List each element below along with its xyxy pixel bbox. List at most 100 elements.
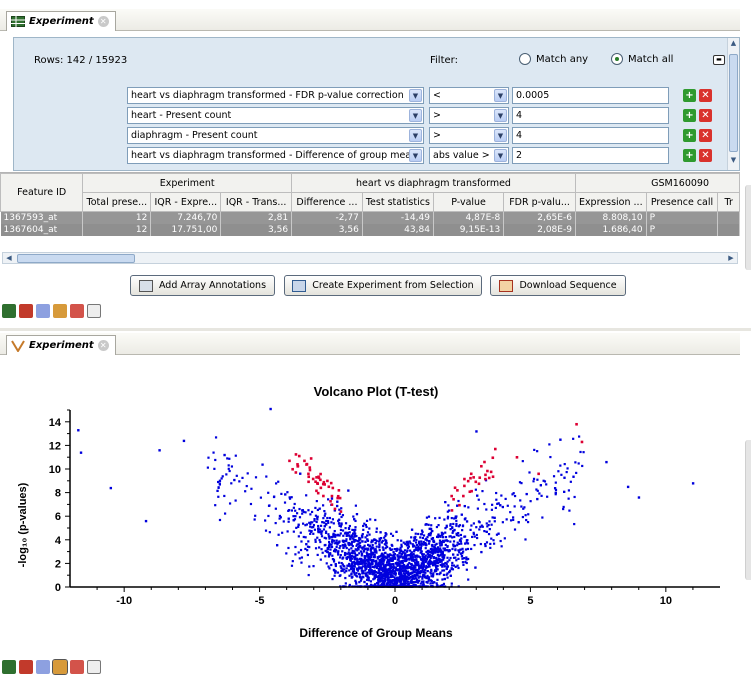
filter-column-select[interactable]: heart vs diaphragm transformed - FDR p-v… <box>127 87 424 104</box>
column-header[interactable]: Difference ... <box>291 192 363 212</box>
data-point <box>403 576 406 579</box>
heatmap-view-icon[interactable] <box>19 304 33 318</box>
filter-value-input[interactable]: 0.0005 <box>512 87 669 104</box>
chevron-down-icon[interactable]: ▼ <box>409 89 422 102</box>
scroll-thumb[interactable] <box>17 254 135 263</box>
volcano-plot-chart[interactable]: Volcano Plot (T-test) -log₁₀ (p-values) … <box>0 355 740 655</box>
data-point <box>363 580 366 584</box>
match-any-radio[interactable]: Match any <box>519 53 588 65</box>
column-header[interactable]: Test statistics <box>361 192 434 212</box>
data-point <box>330 563 333 567</box>
column-header[interactable]: FDR p-valu... <box>503 192 576 212</box>
data-point <box>458 539 461 542</box>
data-point <box>471 535 474 539</box>
chevron-down-icon[interactable]: ▼ <box>494 149 507 162</box>
add-filter-icon[interactable]: + <box>683 109 696 122</box>
filter-operator-select[interactable]: > ▼ <box>429 127 509 144</box>
data-point <box>333 539 336 542</box>
close-tab-icon[interactable]: ✕ <box>97 16 109 27</box>
tab-experiment-plot[interactable]: Experiment ✕ <box>6 335 116 355</box>
filtered-point <box>484 477 487 481</box>
table-view-icon[interactable] <box>2 304 16 318</box>
filtered-point <box>326 479 329 483</box>
data-point <box>446 545 449 549</box>
add-filter-icon[interactable]: + <box>683 129 696 142</box>
table-view-icon[interactable] <box>2 660 16 674</box>
data-point <box>322 528 326 531</box>
data-point <box>577 462 580 465</box>
tab-experiment-table[interactable]: Experiment ✕ <box>6 11 116 31</box>
volcano-plot-area: Volcano Plot (T-test) -log₁₀ (p-values) … <box>0 355 740 655</box>
chevron-down-icon[interactable]: ▼ <box>409 129 422 142</box>
filter-operator-select[interactable]: < ▼ <box>429 87 509 104</box>
heatmap-view-icon[interactable] <box>19 660 33 674</box>
scatter-view-icon[interactable] <box>36 304 50 318</box>
data-point <box>426 536 429 539</box>
scroll-right-icon[interactable]: ▶ <box>725 253 737 263</box>
filter-operator-select[interactable]: abs value > ▼ <box>429 147 509 164</box>
data-point <box>294 515 297 518</box>
data-point <box>347 489 350 492</box>
data-point <box>449 524 452 527</box>
document-view-icon[interactable] <box>87 304 101 318</box>
data-point <box>348 556 351 559</box>
scroll-left-icon[interactable]: ◀ <box>3 253 15 263</box>
filter-value-input[interactable]: 4 <box>512 127 669 144</box>
chevron-down-icon[interactable]: ▼ <box>409 109 422 122</box>
data-point <box>536 478 539 481</box>
data-point <box>392 551 395 554</box>
remove-filter-icon[interactable]: ✕ <box>699 149 712 162</box>
data-point <box>441 578 444 581</box>
table-row[interactable]: 1367604_at 12 17.751,00 3,56 3,56 43,84 … <box>0 223 740 236</box>
book-view-icon[interactable] <box>70 660 84 674</box>
match-all-radio[interactable]: Match all <box>611 53 673 65</box>
column-header[interactable]: Expression ... <box>574 192 647 212</box>
filter-value-input[interactable]: 4 <box>512 107 669 124</box>
collapse-filter-button[interactable]: ▬ <box>713 55 725 65</box>
remove-filter-icon[interactable]: ✕ <box>699 129 712 142</box>
scroll-thumb[interactable] <box>729 54 738 152</box>
data-point <box>426 562 430 565</box>
scroll-down-icon[interactable]: ▼ <box>729 156 738 167</box>
table-horizontal-scrollbar[interactable]: ◀ ▶ <box>2 252 738 264</box>
side-panel-handle[interactable] <box>745 440 751 580</box>
chevron-down-icon[interactable]: ▼ <box>494 109 507 122</box>
column-header-feature-id[interactable]: Feature ID <box>0 173 84 212</box>
book-view-icon[interactable] <box>70 304 84 318</box>
column-header[interactable]: Total prese... <box>82 192 152 212</box>
scatter-view-icon[interactable] <box>36 660 50 674</box>
data-point <box>361 562 364 565</box>
download-sequence-button[interactable]: Download Sequence <box>490 275 626 296</box>
column-header[interactable]: P-value <box>432 192 505 212</box>
column-header[interactable]: IQR - Expre... <box>150 192 222 212</box>
column-header[interactable]: Tr <box>717 192 740 212</box>
chevron-down-icon[interactable]: ▼ <box>494 129 507 142</box>
volcano-view-icon[interactable] <box>52 659 68 675</box>
column-header[interactable]: IQR - Trans... <box>220 192 293 212</box>
scroll-up-icon[interactable]: ▲ <box>729 39 738 50</box>
column-header[interactable]: Presence call <box>645 192 719 212</box>
create-experiment-button[interactable]: Create Experiment from Selection <box>284 275 482 296</box>
chevron-down-icon[interactable]: ▼ <box>494 89 507 102</box>
document-view-icon[interactable] <box>87 660 101 674</box>
filtered-point <box>456 489 459 492</box>
x-tick-label: 10 <box>660 595 672 607</box>
remove-filter-icon[interactable]: ✕ <box>699 89 712 102</box>
add-filter-icon[interactable]: + <box>683 149 696 162</box>
filter-vertical-scrollbar[interactable]: ▲ ▼ <box>727 38 739 170</box>
add-array-annotations-button[interactable]: Add Array Annotations <box>130 275 275 296</box>
filter-value-input[interactable]: 2 <box>512 147 669 164</box>
filter-column-select[interactable]: diaphragm - Present count ▼ <box>127 127 424 144</box>
add-filter-icon[interactable]: + <box>683 89 696 102</box>
data-point <box>351 534 354 538</box>
data-point <box>439 571 442 575</box>
volcano-view-icon[interactable] <box>53 304 67 318</box>
filter-operator-select[interactable]: > ▼ <box>429 107 509 124</box>
chevron-down-icon[interactable]: ▼ <box>409 149 422 162</box>
filter-column-select[interactable]: heart - Present count ▼ <box>127 107 424 124</box>
filter-column-select[interactable]: heart vs diaphragm transformed - Differe… <box>127 147 424 164</box>
remove-filter-icon[interactable]: ✕ <box>699 109 712 122</box>
table-row[interactable]: 1367593_at 12 7.246,70 2,81 -2,77 -14,49… <box>0 211 740 224</box>
side-panel-handle[interactable] <box>745 185 751 270</box>
close-tab-icon[interactable]: ✕ <box>97 340 109 351</box>
